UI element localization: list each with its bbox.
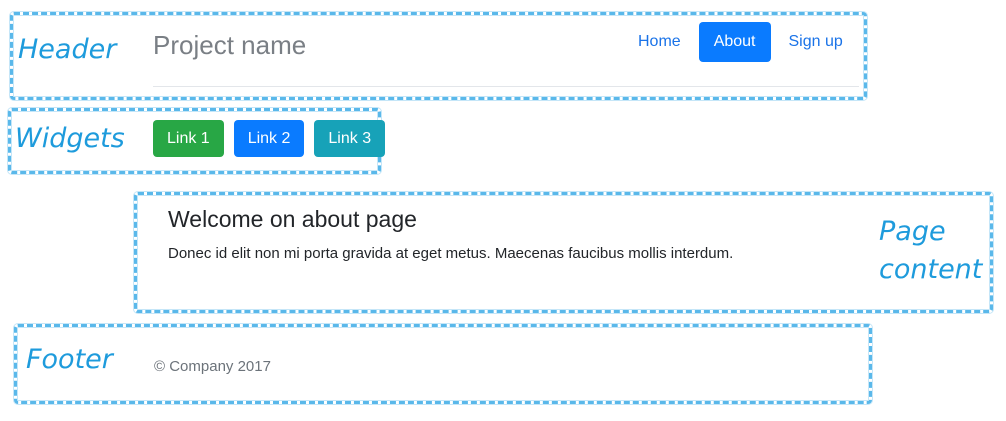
main-nav: Home About Sign up [624, 22, 857, 62]
layout-diagram: Header Project name Home About Sign up W… [0, 0, 1006, 421]
footer-copyright: © Company 2017 [154, 358, 271, 375]
header-divider [153, 86, 859, 87]
nav-about-link[interactable]: About [698, 22, 771, 62]
page-content-annotation-label: Page content [879, 213, 982, 289]
footer-annotation-box [14, 324, 872, 404]
widget-button-group: Link 1 Link 2 Link 3 [153, 120, 386, 157]
link-1-button[interactable]: Link 1 [153, 120, 224, 157]
header-annotation-label: Header [18, 34, 117, 65]
widgets-annotation-label: Widgets [15, 123, 125, 154]
footer-annotation-label: Footer [26, 344, 113, 375]
project-name[interactable]: Project name [153, 30, 306, 61]
link-3-button[interactable]: Link 3 [314, 120, 386, 157]
page-content-annotation-line-2: content [879, 253, 983, 285]
page-title: Welcome on about page [168, 206, 417, 232]
page-content-annotation-line-1: Page [879, 216, 946, 247]
nav-signup-link[interactable]: Sign up [775, 22, 857, 62]
page-body-text: Donec id elit non mi porta gravida at eg… [168, 245, 734, 262]
link-2-button[interactable]: Link 2 [233, 120, 305, 157]
nav-home-link[interactable]: Home [624, 22, 695, 62]
